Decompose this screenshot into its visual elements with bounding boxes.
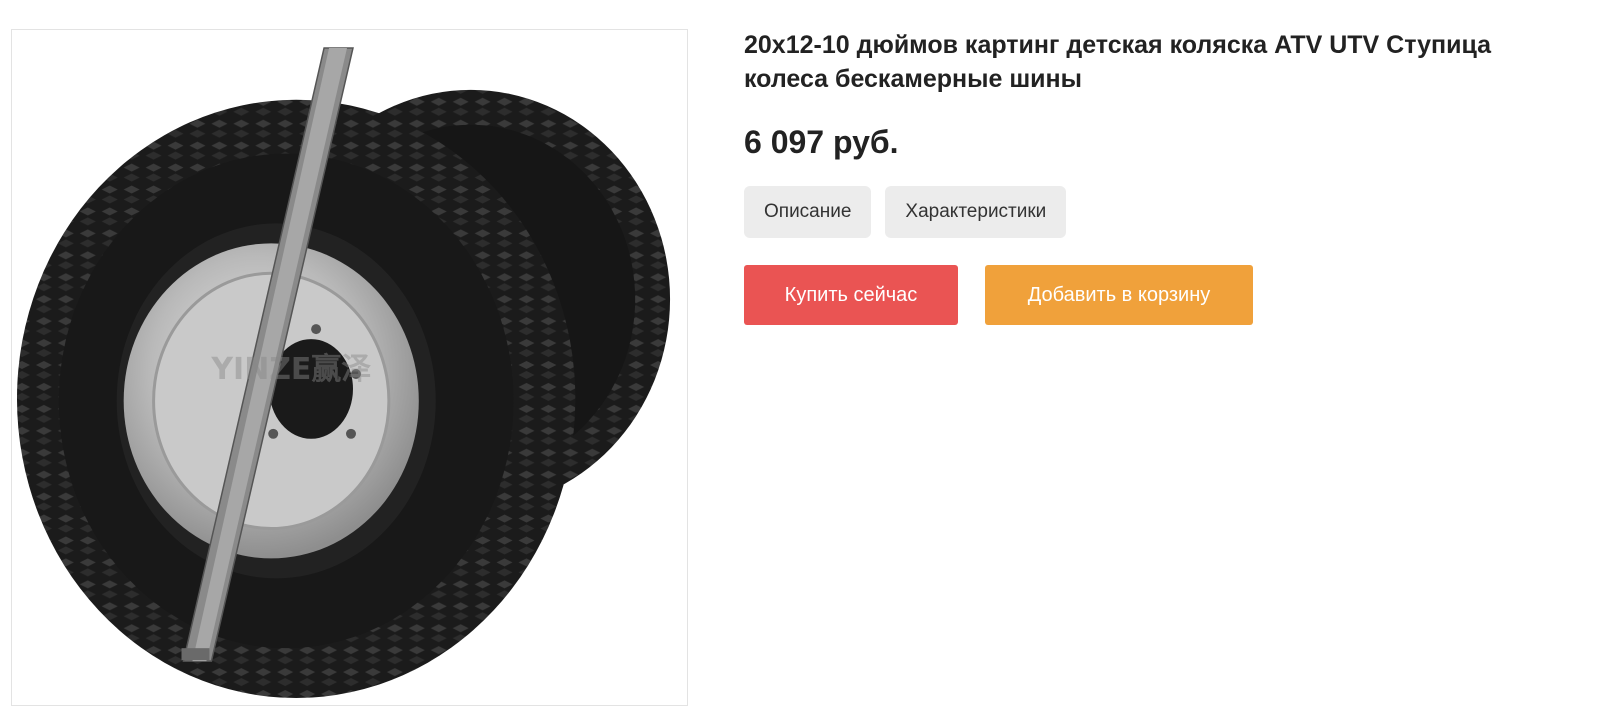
tire-photo: YINZE赢泽 (16, 47, 671, 699)
product-price: 6 097 руб. (744, 124, 899, 160)
product-title: 20x12-10 дюймов картинг детская коляска … (744, 31, 1492, 93)
tab-specifications[interactable]: Характеристики (885, 186, 1067, 238)
watermark-text: YINZE赢泽 (210, 352, 371, 387)
product-image[interactable]: YINZE赢泽 (11, 29, 688, 706)
purchase-actions: Купить сейчас Добавить в корзину (744, 265, 1574, 325)
tab-description[interactable]: Описание (744, 186, 872, 238)
buy-now-button[interactable]: Купить сейчас (744, 265, 958, 325)
product-info: 20x12-10 дюймов картинг детская коляска … (744, 28, 1574, 325)
add-to-cart-button[interactable]: Добавить в корзину (985, 265, 1253, 325)
product-tabs: Описание Характеристики (744, 186, 1574, 238)
